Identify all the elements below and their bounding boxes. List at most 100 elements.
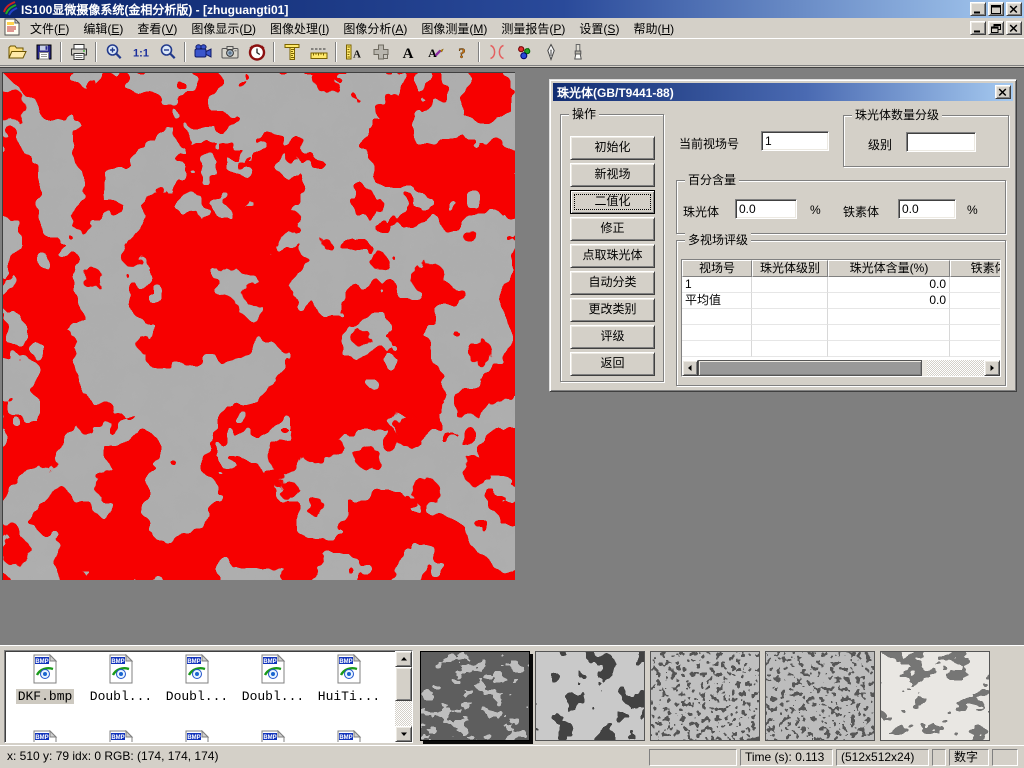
cross-button[interactable] [367,40,394,64]
dialog-title-bar[interactable]: 珠光体(GB/T9441-88) [553,83,1013,101]
table-header-2[interactable]: 珠光体含量(%) [828,260,950,277]
curve-button[interactable] [483,40,510,64]
child-minimize-button[interactable] [970,21,986,35]
file-item-0[interactable]: BMP DKF.bmp [7,654,83,704]
maximize-button[interactable] [988,2,1004,16]
menu-item-3[interactable]: 图像显示(D) [184,20,263,39]
toolbar-separator [478,42,480,62]
table-cell: 平均值 [682,293,752,309]
thumbnail-5[interactable] [880,651,990,741]
percent-group: 百分含量 珠光体 % 铁素体 % [676,180,1006,234]
pearlite-percent-input[interactable] [735,199,797,219]
table-header-3[interactable]: 铁素体含量(%) [950,260,1001,277]
op-button-4[interactable]: 点取珠光体 [570,244,655,268]
child-restore-button[interactable] [988,21,1004,35]
menu-item-4[interactable]: 图像处理(I) [263,20,336,39]
title-bar[interactable]: IS100显微摄像系统(金相分析版) - [zhuguangti01] [0,0,1024,18]
op-button-2[interactable]: 二值化 [570,190,655,214]
file-item-4[interactable]: BMP HuiTi... [311,654,387,704]
menu-item-2[interactable]: 查看(V) [130,20,184,39]
table-header-1[interactable]: 珠光体级别 [752,260,828,277]
percent-group-label: 百分含量 [685,173,739,187]
svg-text:BMP: BMP [263,659,276,665]
menu-items: 文件(F)编辑(E)查看(V)图像显示(D)图像处理(I)图像分析(A)图像测量… [23,20,681,37]
open-folder-button[interactable] [3,40,30,64]
pen-button[interactable] [537,40,564,64]
dialog-close-button[interactable] [995,85,1011,99]
file-item-partial-2[interactable]: BMP [159,730,235,743]
scroll-down-button[interactable] [395,726,412,742]
menu-item-7[interactable]: 测量报告(P) [494,20,572,39]
brush-button[interactable] [564,40,591,64]
file-item-partial-1[interactable]: BMP [83,730,159,743]
close-button[interactable] [1006,2,1022,16]
op-button-1[interactable]: 新视场 [570,163,655,187]
table-row-2[interactable] [682,309,1000,325]
table-row-3[interactable] [682,325,1000,341]
op-button-8[interactable]: 返回 [570,352,655,376]
menu-item-6[interactable]: 图像测量(M) [414,20,494,39]
thumbnail-1[interactable] [420,651,530,741]
menu-item-5[interactable]: 图像分析(A) [336,20,414,39]
scroll-up-button[interactable] [395,651,412,667]
table-horizontal-scrollbar[interactable] [682,360,1000,376]
zoom-in-button[interactable] [100,40,127,64]
scroll-right-button[interactable] [984,360,1000,376]
ruler-horizontal-button[interactable] [305,40,332,64]
menu-item-8[interactable]: 设置(S) [572,20,626,39]
file-item-1[interactable]: BMP Doubl... [83,654,159,704]
rating-table[interactable]: 视场号珠光体级别珠光体含量(%)铁素体含量(%) 10.0平均值0.0 [681,259,1001,377]
thumbnail-3[interactable] [650,651,760,741]
current-field-input[interactable] [761,131,829,151]
pearlite-percent-label: 珠光体 [683,203,719,220]
child-close-button[interactable] [1006,21,1022,35]
table-header-0[interactable]: 视场号 [682,260,752,277]
zoom-out-button[interactable] [154,40,181,64]
table-row-4[interactable] [682,341,1000,357]
caliper-vertical-button[interactable] [278,40,305,64]
thumbnail-2[interactable] [535,651,645,741]
op-button-5[interactable]: 自动分类 [570,271,655,295]
video-camera-button[interactable] [189,40,216,64]
save-button[interactable] [30,40,57,64]
thumbnail-4[interactable] [765,651,875,741]
print-button[interactable] [65,40,92,64]
letter-a-button[interactable]: A [394,40,421,64]
document-icon[interactable] [4,18,20,39]
grade-input[interactable] [906,132,976,152]
table-row-1[interactable]: 平均值0.0 [682,293,1000,309]
help-button[interactable]: ? [448,40,475,64]
specimen-image[interactable] [2,72,515,580]
table-row-0[interactable]: 10.0 [682,277,1000,293]
measure-text-button[interactable]: A [340,40,367,64]
annotate-icon: A [425,42,445,62]
grade-group-label: 珠光体数量分级 [852,108,942,122]
scrollbar-thumb[interactable] [395,667,412,701]
minimize-button[interactable] [970,2,986,16]
menu-item-9[interactable]: 帮助(H) [626,20,681,39]
status-image-size: (512x512x24) [836,749,929,766]
file-item-3[interactable]: BMP Doubl... [235,654,311,704]
file-list-scrollbar[interactable] [395,651,412,742]
svg-text:BMP: BMP [263,735,276,741]
file-list[interactable]: BMP BMP BMP BMP BMP BMP DKF.bmp [4,650,413,743]
menu-item-0[interactable]: 文件(F) [23,20,76,39]
one-to-one-button[interactable]: 1:1 [127,40,154,64]
file-item-partial-3[interactable]: BMP [235,730,311,743]
ferrite-percent-input[interactable] [898,199,956,219]
menu-item-1[interactable]: 编辑(E) [76,20,130,39]
camera-button[interactable] [216,40,243,64]
file-item-2[interactable]: BMP Doubl... [159,654,235,704]
file-item-partial-4[interactable]: BMP [311,730,387,743]
file-item-partial-0[interactable]: BMP [7,730,83,743]
points-button[interactable] [510,40,537,64]
scroll-left-button[interactable] [682,360,698,376]
table-cell: 0.0 [828,277,950,293]
clock-button[interactable] [243,40,270,64]
op-button-0[interactable]: 初始化 [570,136,655,160]
op-button-6[interactable]: 更改类别 [570,298,655,322]
scrollbar-thumb[interactable] [698,360,922,376]
op-button-7[interactable]: 评级 [570,325,655,349]
op-button-3[interactable]: 修正 [570,217,655,241]
annotate-button[interactable]: A [421,40,448,64]
